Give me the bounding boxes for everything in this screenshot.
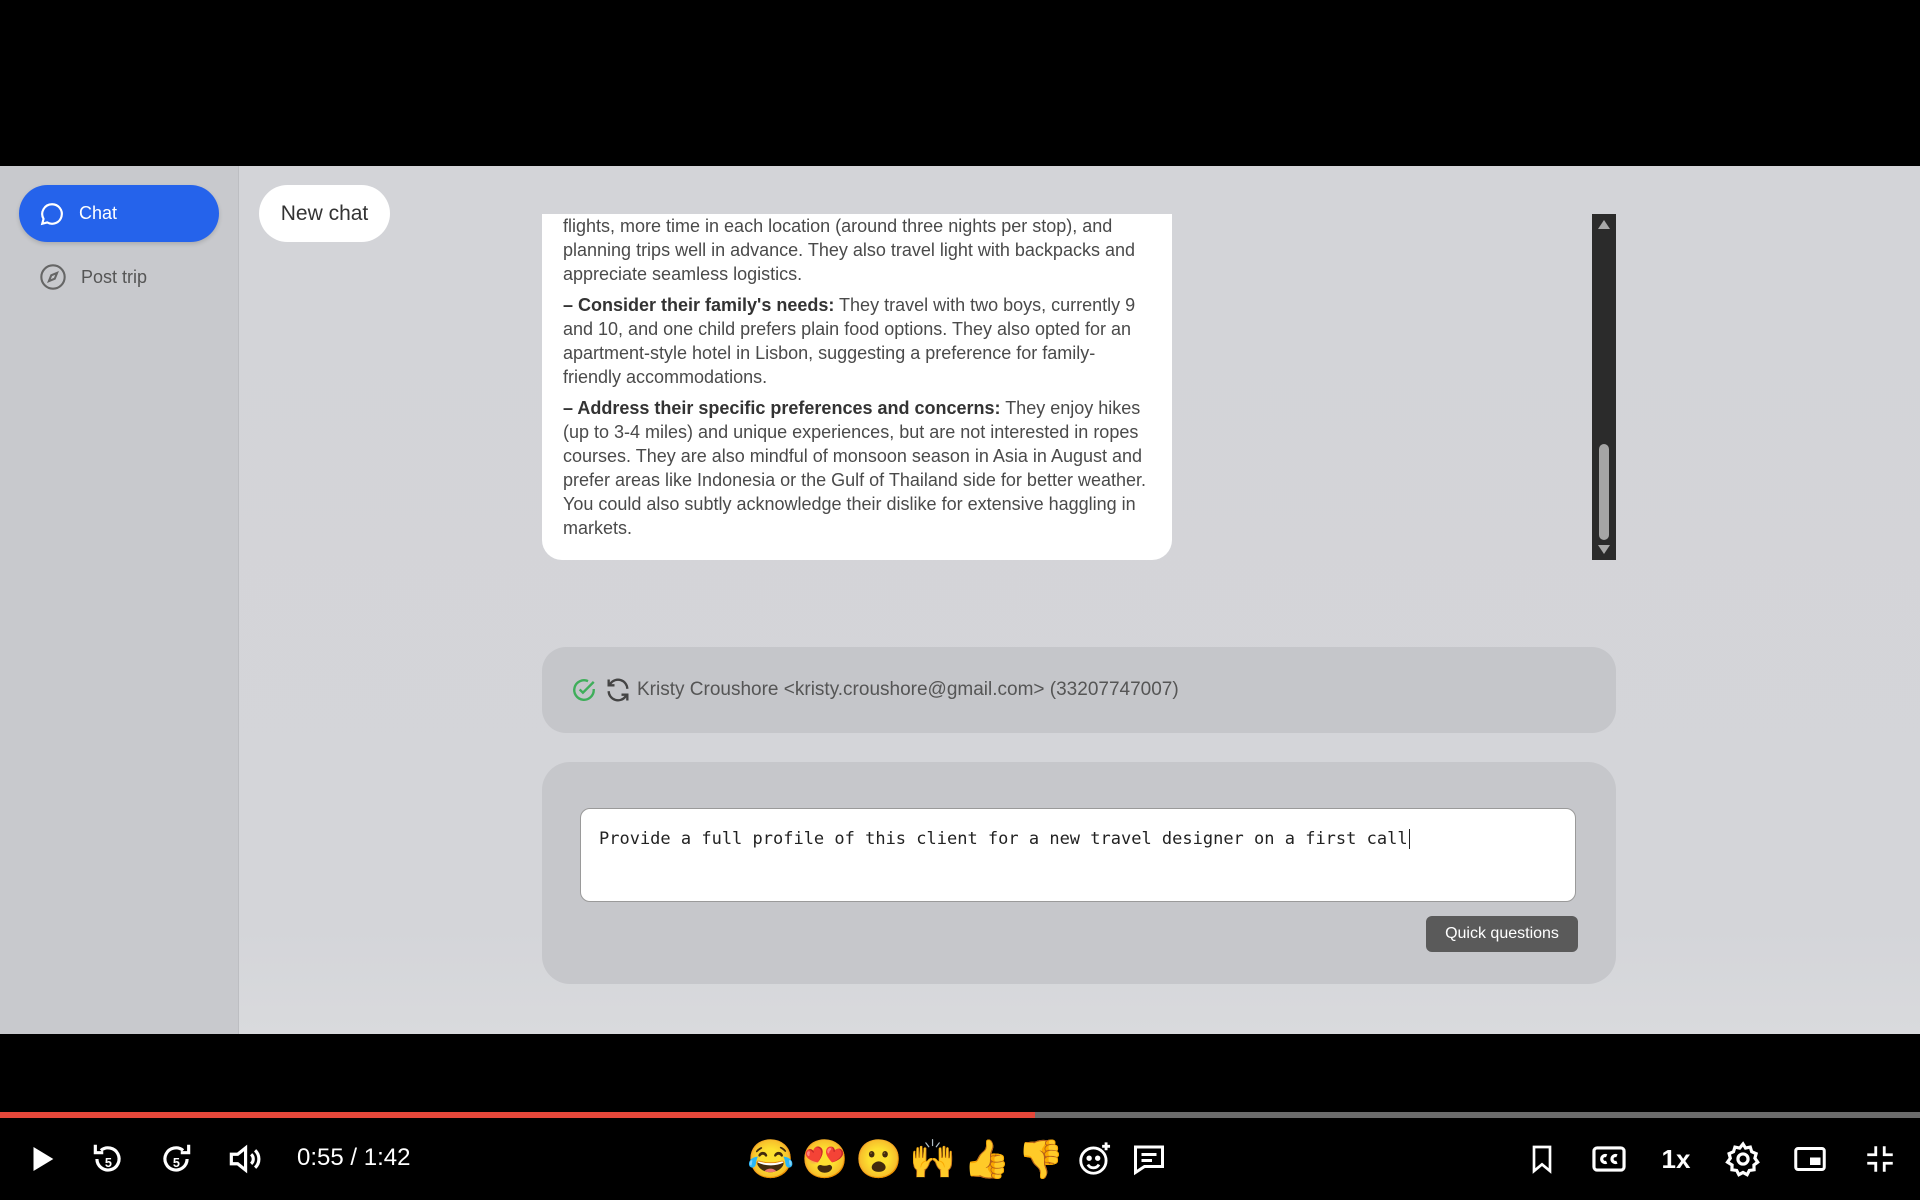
sidebar-item-post-trip[interactable]: Post trip bbox=[19, 252, 219, 302]
comment-button[interactable] bbox=[1127, 1135, 1171, 1183]
bookmark-button[interactable] bbox=[1520, 1135, 1564, 1183]
bookmark-icon bbox=[1532, 1145, 1552, 1174]
add-emoji-icon bbox=[1079, 1142, 1111, 1175]
message-bullet: – Consider their family's needs: They tr… bbox=[563, 295, 1136, 387]
reaction-thumbs-down-button[interactable]: 👎 bbox=[1017, 1138, 1064, 1182]
client-selector[interactable]: Kristy Croushore <kristy.croushore@gmail… bbox=[542, 647, 1616, 733]
video-controls: 5 5 0:55 / 1:42 😂 😍 😮 🙌 👍 👎 1x bbox=[0, 1118, 1920, 1200]
gear-icon bbox=[1725, 1141, 1760, 1177]
message-scrollbar[interactable] bbox=[1592, 214, 1616, 560]
svg-text:5: 5 bbox=[105, 1156, 112, 1170]
add-reaction-button[interactable] bbox=[1073, 1135, 1117, 1183]
check-circle-icon bbox=[573, 679, 595, 701]
scrollbar-thumb[interactable] bbox=[1599, 444, 1609, 540]
rewind-5-button[interactable]: 5 bbox=[86, 1135, 130, 1183]
settings-button[interactable] bbox=[1721, 1135, 1765, 1183]
text-caret bbox=[1408, 829, 1410, 849]
sidebar-item-label: Chat bbox=[79, 203, 118, 223]
time-label: 0:55 / 1:42 bbox=[297, 1144, 411, 1171]
app-window: Chat Post trip New chat flights, more ti… bbox=[0, 166, 1920, 1034]
svg-text:5: 5 bbox=[173, 1156, 180, 1170]
assistant-message: flights, more time in each location (aro… bbox=[542, 214, 1172, 560]
bullet-text: They enjoy hikes (up to 3-4 miles) and u… bbox=[563, 398, 1147, 538]
composer: Provide a full profile of this client fo… bbox=[542, 762, 1616, 984]
reaction-laugh-button[interactable]: 😂 bbox=[747, 1138, 794, 1182]
forward-5-button[interactable]: 5 bbox=[154, 1135, 198, 1183]
client-label: Kristy Croushore <kristy.croushore@gmail… bbox=[637, 679, 1179, 700]
forward-5-icon: 5 bbox=[163, 1144, 191, 1172]
refresh-icon[interactable] bbox=[604, 676, 632, 704]
message-body: flights, more time in each location (aro… bbox=[563, 214, 1153, 547]
quick-questions-button[interactable]: Quick questions bbox=[1426, 916, 1578, 952]
reaction-wow-button[interactable]: 😮 bbox=[855, 1138, 902, 1182]
reaction-celebrate-button[interactable]: 🙌 bbox=[909, 1138, 956, 1182]
comment-icon bbox=[1134, 1145, 1164, 1176]
bullet-heading: Address their specific preferences and c… bbox=[577, 398, 1001, 418]
bullet-heading: Consider their family's needs: bbox=[578, 295, 835, 315]
exit-fullscreen-button[interactable] bbox=[1858, 1135, 1902, 1183]
compass-icon bbox=[40, 264, 66, 290]
reaction-thumbs-up-button[interactable]: 👍 bbox=[963, 1138, 1010, 1182]
captions-button[interactable] bbox=[1587, 1135, 1631, 1183]
picture-in-picture-icon bbox=[1794, 1147, 1826, 1171]
prompt-text: Provide a full profile of this client fo… bbox=[599, 829, 1408, 849]
reaction-love-button[interactable]: 😍 bbox=[801, 1138, 848, 1182]
message-bullet: – Address their specific preferences and… bbox=[563, 398, 1147, 538]
scroll-up-arrow-icon[interactable] bbox=[1598, 220, 1610, 229]
exit-fullscreen-icon bbox=[1867, 1146, 1893, 1172]
scroll-down-arrow-icon[interactable] bbox=[1598, 545, 1610, 554]
chat-bubble-icon bbox=[40, 202, 63, 225]
sidebar-item-label: Post trip bbox=[81, 266, 148, 287]
volume-icon bbox=[229, 1144, 261, 1174]
closed-captions-icon bbox=[1592, 1146, 1626, 1172]
sidebar: Chat Post trip bbox=[0, 166, 239, 1034]
play-icon bbox=[33, 1146, 54, 1172]
new-chat-button[interactable]: New chat bbox=[259, 185, 390, 242]
pip-button[interactable] bbox=[1788, 1135, 1832, 1183]
volume-button[interactable] bbox=[222, 1135, 266, 1183]
sidebar-item-chat[interactable]: Chat bbox=[19, 185, 219, 242]
rewind-5-icon: 5 bbox=[93, 1144, 121, 1172]
playback-speed-button[interactable]: 1x bbox=[1654, 1135, 1698, 1183]
play-button[interactable] bbox=[20, 1135, 64, 1183]
prompt-input[interactable]: Provide a full profile of this client fo… bbox=[580, 808, 1576, 902]
message-intro: flights, more time in each location (aro… bbox=[563, 216, 1135, 284]
